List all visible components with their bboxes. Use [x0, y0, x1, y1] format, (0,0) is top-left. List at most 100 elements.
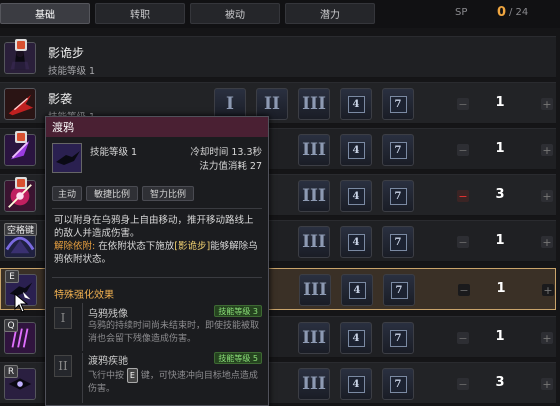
rune-slot-label: 4	[347, 141, 365, 159]
detach-skill-name: [影诡步]	[174, 241, 211, 252]
shadow-strike-skill-icon	[4, 88, 36, 120]
rune-slot-4[interactable]: 4	[340, 180, 372, 212]
enhancement-description: 乌鸦的持续时间尚未结束时，即使技能被取消也会留下残像造成伤害。	[88, 321, 260, 344]
rune-slot-7[interactable]: 7	[382, 368, 414, 400]
skill-level-value: 1	[495, 233, 505, 248]
tripod-rune-3[interactable]: III	[298, 134, 330, 166]
rune-slot-label: 7	[390, 281, 408, 299]
skill-point-badge-icon	[15, 177, 27, 189]
level-up-button[interactable]: +	[541, 98, 553, 110]
tooltip-mana-cost: 法力值消耗 27	[199, 161, 262, 172]
enhancement-name: 乌鸦残像	[88, 309, 128, 320]
rune-slot-label: 4	[347, 187, 365, 205]
tripod-rune-3[interactable]: III	[298, 226, 330, 258]
tripod-rune-3[interactable]: III	[298, 368, 330, 400]
level-up-button[interactable]: +	[542, 284, 554, 296]
tab-basic[interactable]: 基础	[0, 3, 90, 24]
level-up-button[interactable]: +	[541, 236, 553, 248]
rune-slot-7[interactable]: 7	[383, 274, 415, 306]
tag-intellect-scaling: 智力比例	[142, 186, 194, 201]
skill-point-badge-icon	[15, 39, 27, 51]
rune-slot-4[interactable]: 4	[340, 226, 372, 258]
rune-slot-7[interactable]: 7	[382, 226, 414, 258]
rune-slot-label: 7	[389, 95, 407, 113]
tab-passive[interactable]: 被动	[190, 3, 280, 24]
level-down-button[interactable]: −	[457, 236, 469, 248]
level-up-button[interactable]: +	[541, 144, 553, 156]
tooltip-title: 渡鸦	[46, 117, 268, 137]
skill-level-value: 1	[495, 95, 505, 110]
level-up-button[interactable]: +	[541, 190, 553, 202]
enhancement-description: 飞行中按 E 键，可快速冲向目标地点造成伤害。	[88, 368, 260, 396]
keybind-label: 空格键	[4, 223, 38, 236]
divider	[82, 303, 83, 351]
level-down-button[interactable]: −	[457, 378, 469, 390]
level-up-button[interactable]: +	[541, 332, 553, 344]
enhancement-section-title: 特殊强化效果	[54, 290, 114, 301]
level-down-button[interactable]: −	[457, 144, 469, 156]
key-e-icon: E	[126, 368, 138, 383]
tab-advancement[interactable]: 转职	[95, 3, 185, 24]
tab-potential[interactable]: 潜力	[285, 3, 375, 24]
tooltip-skill-level: 技能等级 1	[90, 147, 138, 158]
divider	[82, 353, 83, 403]
enhancement-level-tag: 技能等级 5	[214, 352, 262, 364]
enhancement-level-tag: 技能等级 3	[214, 305, 262, 317]
rune-slot-4[interactable]: 4	[340, 368, 372, 400]
skill-level-value: 3	[495, 375, 505, 390]
raven-skill-icon	[52, 143, 82, 173]
rune-slot-label: 7	[389, 375, 407, 393]
rune-slot-4[interactable]: 4	[340, 322, 372, 354]
tag-active: 主动	[52, 186, 82, 201]
skill-name: 影袭	[48, 92, 73, 106]
rune-slot-label: 4	[347, 233, 365, 251]
tripod-rune-3[interactable]: III	[298, 322, 330, 354]
level-down-button[interactable]: −	[457, 190, 469, 202]
rune-slot-4[interactable]: 4	[340, 134, 372, 166]
rune-slot-7[interactable]: 7	[382, 180, 414, 212]
keybind-label: E	[5, 270, 19, 283]
enhancement-name: 渡鸦疾驰	[88, 356, 128, 367]
rune-slot-label: 4	[348, 281, 366, 299]
skill-point-badge-icon	[15, 131, 27, 143]
skill-level-value: 1	[496, 281, 506, 296]
level-down-button[interactable]: −	[457, 98, 469, 110]
rune-slot-7[interactable]: 7	[382, 322, 414, 354]
rune-slot-label: 4	[347, 375, 365, 393]
divider	[52, 208, 262, 209]
skill-level: 技能等级 1	[48, 66, 96, 77]
tab-bar: 基础 转职 被动 潜力 SP 0 / 24	[0, 0, 560, 28]
skill-level-value: 3	[495, 187, 505, 202]
rune-slot-7[interactable]: 7	[382, 88, 414, 120]
skill-level-value: 1	[495, 141, 505, 156]
sp-max: / 24	[509, 7, 529, 18]
rune-slot-label: 7	[389, 187, 407, 205]
enhancement-tier-1-icon: I	[54, 307, 72, 329]
tooltip-description: 可以附身在乌鸦身上自由移动，推开移动路线上的敌人并造成伤害。 解除依附: 在依附…	[54, 214, 260, 266]
tag-agility-scaling: 敏捷比例	[86, 186, 138, 201]
mouse-cursor-icon	[14, 293, 29, 313]
skill-row[interactable]: 影诡步 技能等级 1	[0, 36, 556, 78]
rune-slot-label: 7	[389, 329, 407, 347]
tripod-rune-3[interactable]: III	[298, 88, 330, 120]
tripod-rune-3[interactable]: III	[299, 274, 331, 306]
description-text: 可以附身在乌鸦身上自由移动，推开移动路线上的敌人并造成伤害。	[54, 215, 254, 239]
rune-slot-label: 7	[389, 141, 407, 159]
rune-slot-4[interactable]: 4	[341, 274, 373, 306]
rune-slot-4[interactable]: 4	[340, 88, 372, 120]
tripod-rune-3[interactable]: III	[298, 180, 330, 212]
sp-current: 0	[497, 5, 507, 20]
enhancement-tier-2-icon: II	[54, 355, 72, 377]
enh-desc-a: 飞行中按	[88, 371, 125, 381]
level-down-button[interactable]: −	[457, 332, 469, 344]
skill-level-value: 1	[495, 329, 505, 344]
tooltip-cooldown: 冷却时间 13.3秒	[190, 147, 262, 158]
keybind-label: R	[4, 365, 18, 378]
rune-slot-label: 4	[347, 95, 365, 113]
divider	[52, 277, 262, 278]
detach-text-1: 在依附状态下施放	[98, 241, 175, 252]
level-down-button[interactable]: −	[458, 284, 470, 296]
level-up-button[interactable]: +	[541, 378, 553, 390]
rune-slot-7[interactable]: 7	[382, 134, 414, 166]
detach-label: 解除依附:	[54, 241, 96, 252]
